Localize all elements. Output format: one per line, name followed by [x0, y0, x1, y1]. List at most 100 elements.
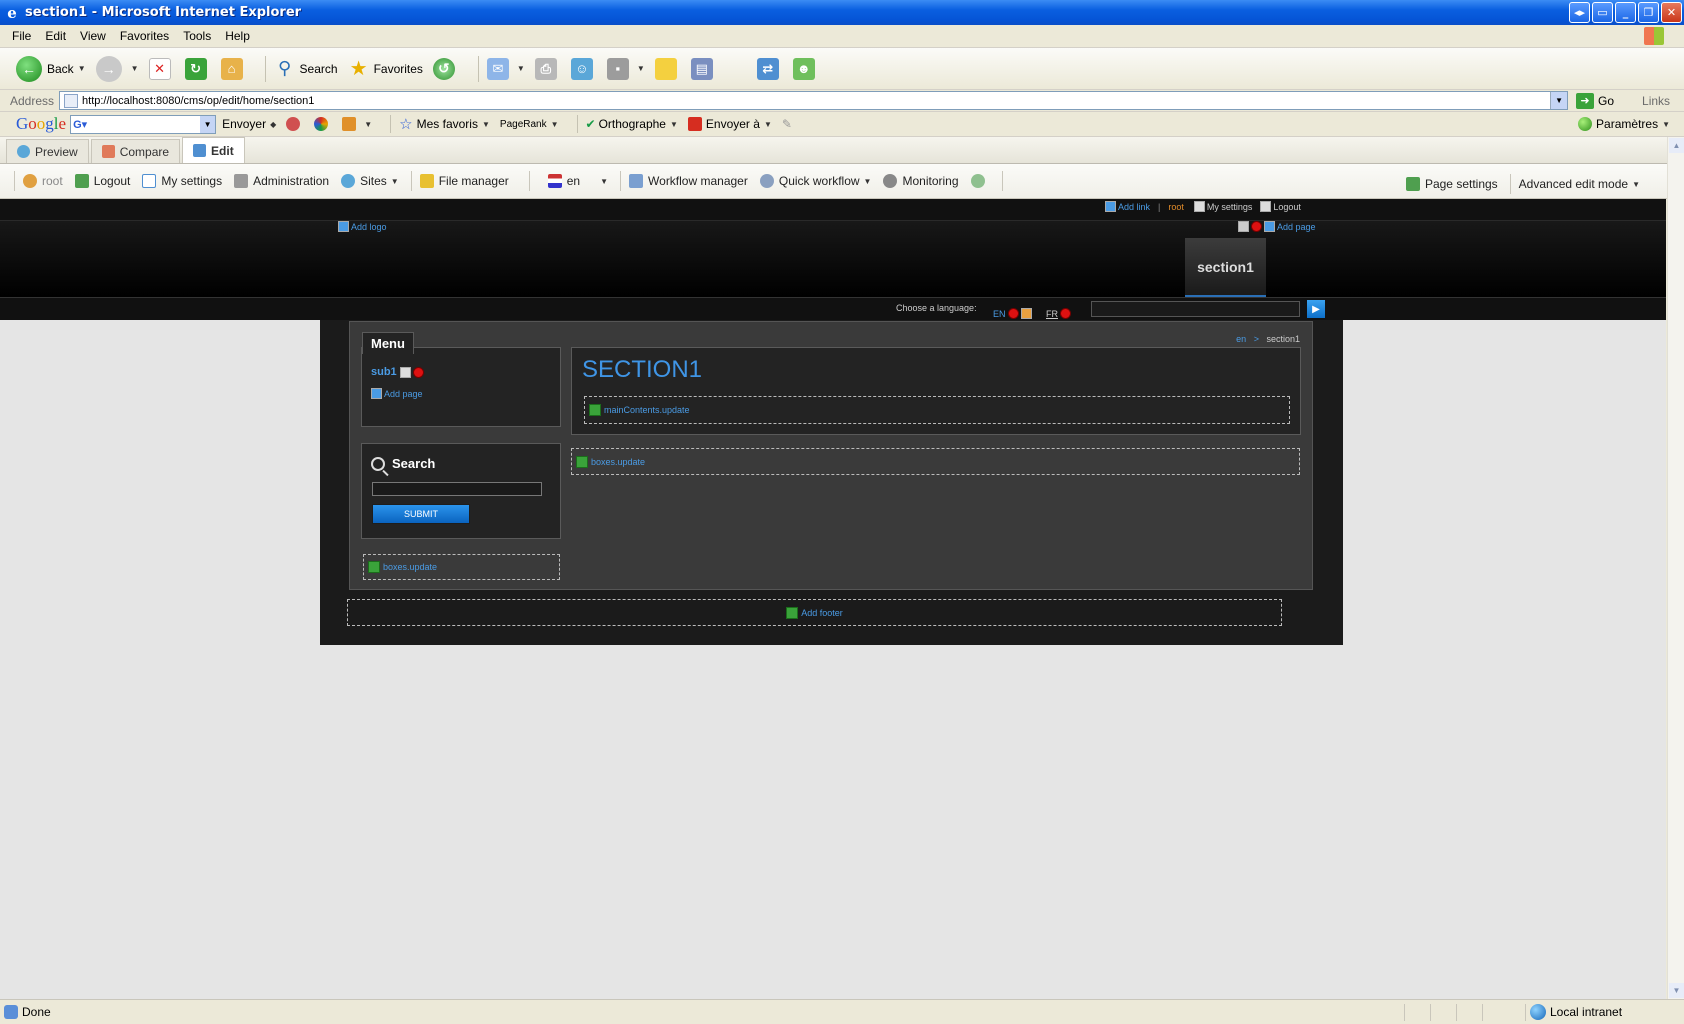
edit-icon: [193, 144, 207, 157]
google-envoyer-button[interactable]: Envoyer ◆: [222, 117, 276, 131]
add-page-top-link[interactable]: Add page: [1238, 221, 1316, 232]
google-tools-button[interactable]: ▼: [342, 117, 372, 131]
mes-favoris-button[interactable]: ☆ Mes favoris ▼: [399, 115, 490, 133]
delete-icon[interactable]: [412, 366, 424, 378]
notes-button[interactable]: [654, 57, 681, 80]
main-content-box: SECTION1 mainContents.update: [571, 347, 1301, 435]
search-button[interactable]: ⚲ Search: [274, 58, 338, 80]
edit-page-button[interactable]: ▪ ▼: [606, 57, 645, 80]
monitoring-button[interactable]: Monitoring: [883, 174, 959, 188]
messenger-button[interactable]: ☺: [570, 57, 597, 80]
administration-button[interactable]: Administration: [234, 174, 329, 188]
scroll-down-icon[interactable]: ▼: [1669, 983, 1684, 998]
close-button[interactable]: ✕: [1661, 2, 1682, 23]
forward-button[interactable]: → ▼: [95, 55, 139, 82]
refresh-button[interactable]: ↻: [184, 57, 211, 80]
tab-preview[interactable]: Preview: [6, 139, 89, 163]
address-bar: Address http://localhost:8080/cms/op/edi…: [0, 90, 1684, 112]
network-button[interactable]: ⇄: [756, 57, 783, 80]
maximize-button[interactable]: ❐: [1638, 2, 1659, 23]
tab-compare[interactable]: Compare: [90, 139, 181, 163]
menu-item-sub1[interactable]: sub1: [371, 366, 426, 378]
highlighter-button[interactable]: ✎: [782, 117, 792, 131]
main-contents-update-area[interactable]: mainContents.update: [584, 396, 1290, 424]
menu-view[interactable]: View: [80, 29, 106, 43]
site-search-go-button[interactable]: ▶: [1307, 300, 1325, 318]
file-manager-button[interactable]: File manager: [419, 174, 509, 188]
menu-file[interactable]: File: [12, 29, 31, 43]
breadcrumb: en > section1: [1236, 334, 1300, 344]
security-zone: Local intranet: [1530, 1004, 1622, 1020]
favorites-button[interactable]: ★ Favorites: [348, 58, 423, 80]
print-button[interactable]: ⎙: [534, 57, 561, 80]
menu-add-page-link[interactable]: Add page: [371, 388, 423, 399]
workflow-manager-button[interactable]: Workflow manager: [629, 174, 748, 188]
left-boxes-update-area[interactable]: boxes.update: [363, 554, 560, 580]
site-my-settings[interactable]: My settings: [1207, 202, 1253, 212]
edit-icon[interactable]: [1020, 308, 1032, 319]
my-settings-button[interactable]: My settings: [142, 174, 222, 188]
delete-icon[interactable]: [1060, 308, 1071, 319]
menu-tools[interactable]: Tools: [183, 29, 211, 43]
add-logo-link[interactable]: Add logo: [338, 221, 387, 232]
right-boxes-update-area[interactable]: boxes.update: [571, 448, 1300, 475]
address-dropdown-icon[interactable]: ▼: [1550, 92, 1568, 109]
address-input[interactable]: http://localhost:8080/cms/op/edit/home/s…: [59, 91, 1569, 110]
add-footer-area[interactable]: Add footer: [347, 599, 1282, 626]
settings-icon: [1193, 201, 1205, 212]
advanced-edit-mode-button[interactable]: Advanced edit mode ▼: [1519, 177, 1640, 191]
pagerank-button[interactable]: PageRank ▼: [500, 119, 559, 130]
delete-icon[interactable]: [1251, 221, 1262, 232]
home-button[interactable]: ⌂: [220, 57, 247, 80]
nav-tab-section1[interactable]: section1: [1185, 238, 1266, 297]
page-settings-button[interactable]: Page settings: [1405, 177, 1498, 191]
parametres-button[interactable]: Paramètres ▼: [1578, 117, 1670, 131]
site-search-input[interactable]: [1091, 301, 1300, 317]
tab-edit[interactable]: Edit: [182, 137, 245, 163]
breadcrumb-root[interactable]: en: [1236, 334, 1246, 344]
google-search-dropdown-icon[interactable]: ▼: [200, 115, 216, 133]
menu-edit[interactable]: Edit: [45, 29, 66, 43]
menu-help[interactable]: Help: [225, 29, 250, 43]
minimize-button[interactable]: _: [1615, 2, 1636, 23]
links-button[interactable]: Links: [1642, 94, 1670, 108]
edit-icon[interactable]: [1238, 221, 1249, 232]
stop-button[interactable]: ✕: [148, 57, 175, 80]
orthographe-button[interactable]: ✔ Orthographe ▼: [586, 117, 678, 131]
search-box-input[interactable]: [372, 482, 542, 496]
language-fr[interactable]: FR: [1046, 308, 1073, 319]
contacts-button[interactable]: ☻: [792, 57, 819, 80]
google-news-button[interactable]: [286, 117, 304, 131]
google-spin-button[interactable]: [314, 117, 332, 131]
submit-button[interactable]: SUBMIT: [372, 504, 470, 524]
go-button[interactable]: ➜ Go: [1576, 92, 1614, 109]
fullscreen-icon[interactable]: ▭: [1592, 2, 1613, 23]
add-link[interactable]: Add link: [1118, 202, 1150, 212]
user-root: root: [23, 174, 63, 188]
delete-icon[interactable]: [1007, 308, 1019, 319]
site-logout[interactable]: Logout: [1273, 202, 1301, 212]
back-button[interactable]: ← Back ▼: [16, 55, 86, 82]
publish-button[interactable]: [970, 174, 990, 188]
sites-button[interactable]: Sites ▼: [341, 174, 399, 188]
standard-toolbar: ← Back ▼ → ▼ ✕ ↻ ⌂ ⚲ Search ★ Favorites ↺ …: [0, 48, 1684, 90]
google-search-input[interactable]: G▾ ▼: [70, 114, 217, 134]
history-button[interactable]: ↺: [432, 57, 460, 80]
research-button[interactable]: ▤: [690, 57, 717, 80]
quick-workflow-button[interactable]: Quick workflow ▼: [759, 174, 871, 188]
forward-arrow-icon: →: [95, 55, 122, 82]
content-wrapper: en > section1 Menu sub1 Add page Search …: [349, 321, 1313, 590]
restore-icon[interactable]: ◂▸: [1569, 2, 1590, 23]
refresh-icon: ↻: [184, 57, 207, 80]
envoyer-a-button[interactable]: Envoyer à ▼: [687, 117, 772, 131]
google-g-icon: G▾: [73, 118, 88, 131]
logout-button[interactable]: Logout: [74, 174, 130, 188]
menu-favorites[interactable]: Favorites: [120, 29, 169, 43]
print-icon: ⎙: [534, 57, 557, 80]
edit-icon[interactable]: [399, 366, 411, 378]
scroll-up-icon[interactable]: ▲: [1669, 138, 1684, 153]
vertical-scrollbar[interactable]: ▲ ▼: [1667, 137, 1684, 999]
language-select[interactable]: en ▼: [547, 174, 608, 188]
mail-button[interactable]: ✉ ▼: [486, 57, 525, 80]
language-en[interactable]: EN: [993, 308, 1034, 319]
